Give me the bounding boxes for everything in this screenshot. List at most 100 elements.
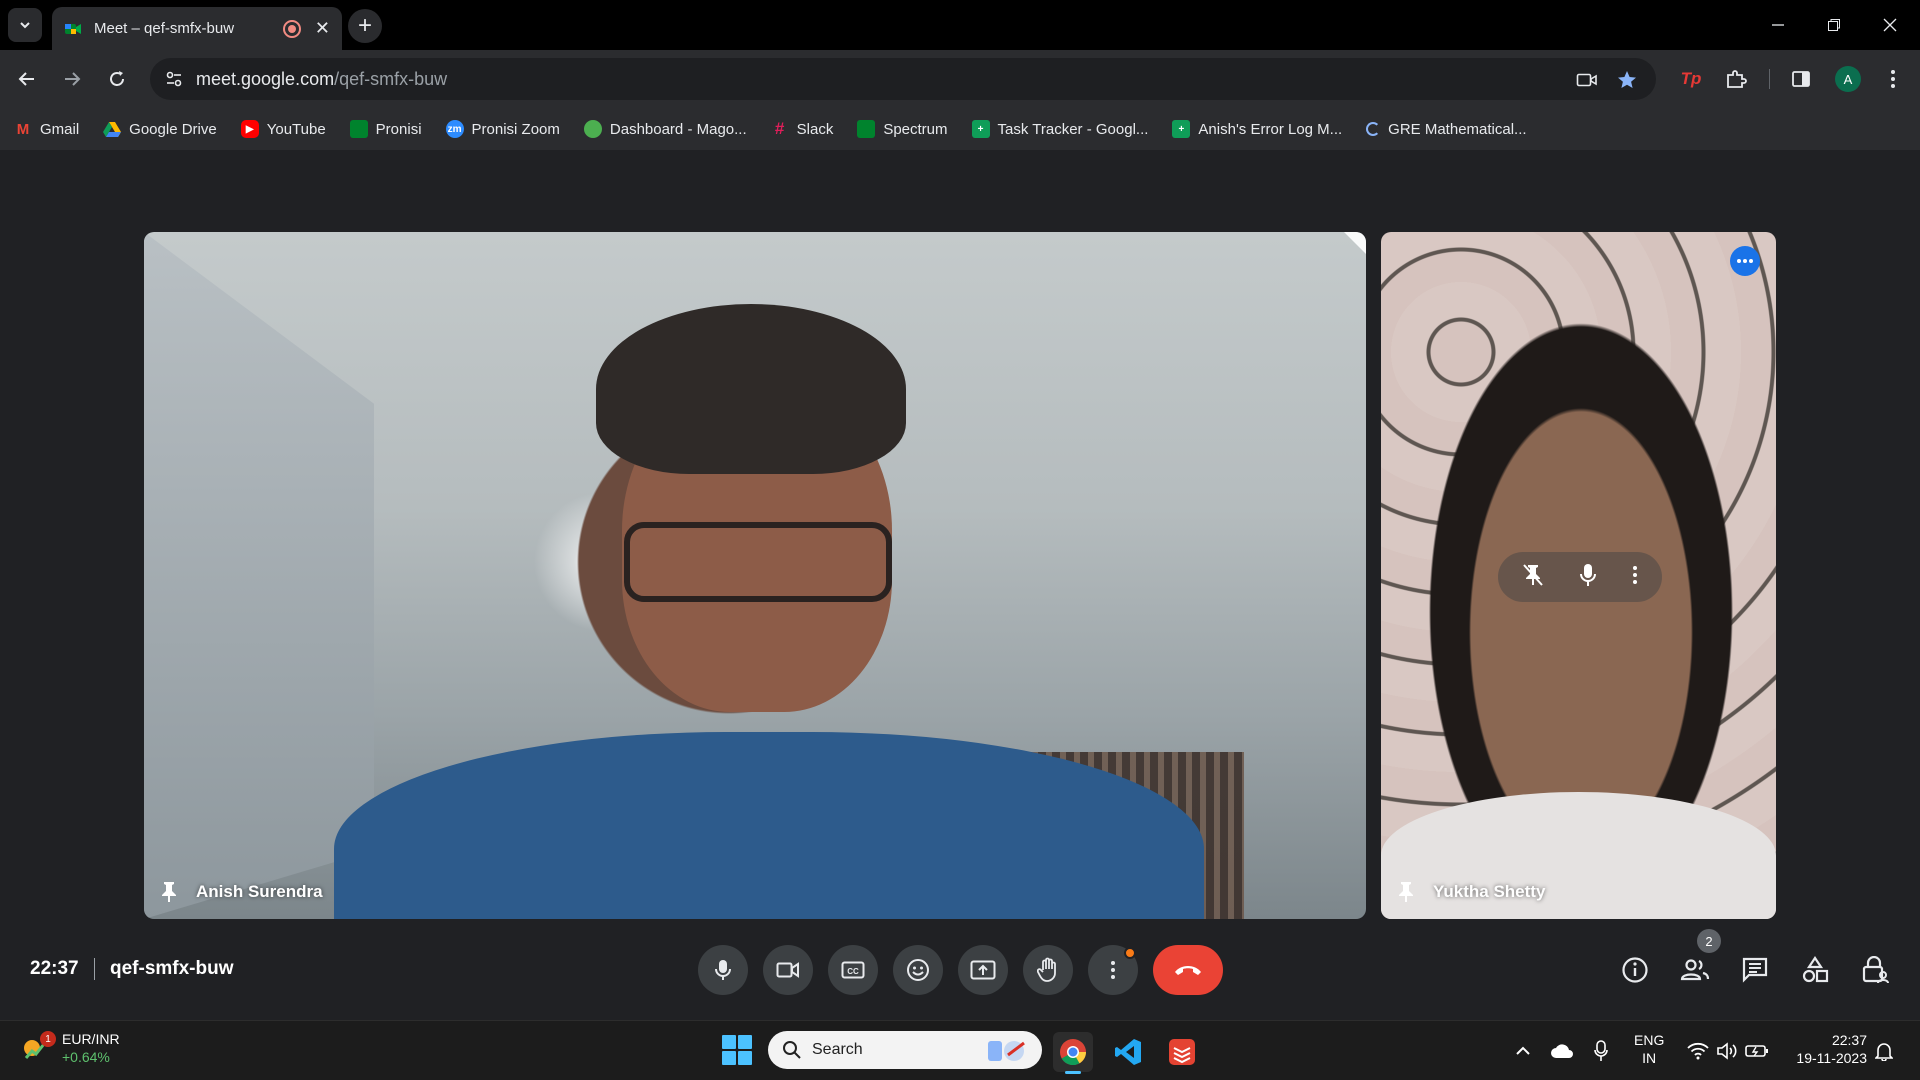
dashboard-icon — [583, 120, 602, 138]
present-to-all-icon — [970, 960, 996, 980]
taskbar-clock[interactable]: 22:37 19-11-2023 — [1785, 1031, 1867, 1067]
reload-button[interactable] — [100, 62, 134, 96]
new-tab-button[interactable]: + — [348, 9, 382, 43]
participant-tile-side[interactable]: Yuktha Shetty — [1381, 232, 1776, 919]
taskbar-todoist[interactable] — [1162, 1032, 1202, 1072]
tile-kebab-icon[interactable] — [1632, 565, 1638, 590]
bookmark-error-log[interactable]: + Anish's Error Log M... — [1172, 120, 1342, 138]
bookmark-dashboard[interactable]: Dashboard - Mago... — [583, 120, 747, 138]
back-button[interactable] — [10, 62, 44, 96]
svg-text:CC: CC — [847, 967, 859, 976]
profile-avatar[interactable]: A — [1835, 66, 1861, 92]
loading-icon — [1366, 122, 1381, 136]
onedrive-icon[interactable] — [1549, 1038, 1575, 1064]
activities-button[interactable] — [1795, 950, 1835, 990]
address-bar[interactable]: meet.google.com/qef-smfx-buw — [150, 58, 1656, 100]
meeting-code[interactable]: qef-smfx-buw — [110, 958, 234, 980]
bookmark-task-tracker[interactable]: + Task Tracker - Googl... — [971, 120, 1148, 138]
minimize-icon — [1772, 24, 1784, 26]
close-window-button[interactable] — [1862, 0, 1918, 50]
windows-logo-icon — [722, 1051, 736, 1065]
camera-button[interactable] — [763, 945, 813, 995]
raise-hand-button[interactable] — [1023, 945, 1073, 995]
wifi-icon[interactable] — [1685, 1038, 1711, 1064]
pin-icon[interactable] — [1395, 881, 1417, 903]
host-controls-button[interactable] — [1855, 950, 1895, 990]
present-screen-button[interactable] — [958, 945, 1008, 995]
notifications-bell-icon[interactable] — [1871, 1038, 1897, 1064]
toolbar-divider — [1769, 69, 1770, 89]
bookmark-label: Pronisi Zoom — [471, 120, 560, 138]
notification-dot — [1124, 947, 1136, 959]
search-highlight-art-icon — [988, 1041, 1025, 1061]
sheets-icon: + — [971, 120, 990, 138]
bookmark-slack[interactable]: # Slack — [771, 119, 834, 138]
start-button[interactable] — [722, 1035, 752, 1065]
tab-title: Meet – qef-smfx-buw — [94, 20, 235, 37]
people-button[interactable] — [1675, 950, 1715, 990]
bookmark-spectrum[interactable]: Spectrum — [857, 120, 948, 138]
restore-button[interactable] — [1806, 0, 1862, 50]
arrow-right-icon — [65, 72, 81, 86]
chat-icon — [1742, 957, 1768, 983]
windows-logo-icon — [738, 1035, 752, 1049]
vscode-icon — [1115, 1039, 1141, 1065]
extensions-puzzle-icon[interactable] — [1719, 62, 1753, 96]
leave-call-button[interactable] — [1153, 945, 1223, 995]
minimize-button[interactable] — [1750, 0, 1806, 50]
bookmark-pronisi-zoom[interactable]: zm Pronisi Zoom — [445, 120, 560, 138]
more-options-icon[interactable] — [1730, 246, 1760, 276]
participant-tile-main[interactable]: Anish Surendra — [144, 232, 1366, 919]
widgets-button[interactable]: 1 EUR/INR +0.64% — [22, 1030, 120, 1066]
chat-button[interactable] — [1735, 950, 1775, 990]
emoji-icon — [907, 959, 929, 981]
taskbar-search-box[interactable]: Search — [768, 1031, 1042, 1069]
taskbar-chrome[interactable] — [1053, 1032, 1093, 1074]
youtube-icon: ▶ — [240, 120, 259, 138]
reactions-button[interactable] — [893, 945, 943, 995]
forward-button[interactable] — [55, 62, 89, 96]
more-options-button[interactable] — [1088, 945, 1138, 995]
bookmark-label: Dashboard - Mago... — [609, 120, 747, 138]
widget-notification-badge: 1 — [40, 1031, 56, 1047]
camera-in-use-icon[interactable] — [1574, 67, 1600, 93]
participant-video — [624, 522, 892, 602]
bookmark-gmail[interactable]: M Gmail — [14, 120, 79, 138]
bookmark-google-drive[interactable]: Google Drive — [103, 120, 217, 138]
bookmark-pronisi[interactable]: Pronisi — [349, 120, 422, 138]
site-info-button[interactable] — [160, 65, 188, 93]
pin-icon[interactable] — [158, 881, 180, 903]
show-hidden-icons-button[interactable] — [1510, 1038, 1536, 1064]
side-panel-icon[interactable] — [1784, 62, 1818, 96]
browser-menu-kebab-icon[interactable] — [1876, 62, 1910, 96]
bookmark-gre[interactable]: GRE Mathematical... — [1366, 121, 1527, 138]
volume-icon[interactable] — [1714, 1038, 1740, 1064]
unpin-icon[interactable] — [1522, 563, 1544, 592]
gmail-icon: M — [16, 120, 30, 138]
tile-corner-indicator — [1344, 232, 1366, 254]
meet-icon — [349, 120, 368, 138]
browser-tab-meet[interactable]: Meet – qef-smfx-buw ✕ — [52, 7, 342, 50]
microphone-button[interactable] — [698, 945, 748, 995]
bookmark-label: Spectrum — [883, 120, 948, 138]
captions-button[interactable]: CC — [828, 945, 878, 995]
microphone-in-use-icon[interactable] — [1588, 1038, 1614, 1064]
tab-search-button[interactable] — [8, 8, 42, 42]
bookmark-label: Gmail — [40, 120, 80, 138]
lock-person-icon — [1862, 956, 1889, 984]
extension-tp-icon[interactable]: Tp — [1674, 62, 1708, 96]
bookmark-label: Slack — [796, 120, 834, 138]
zoom-icon: zm — [445, 120, 464, 138]
mic-icon[interactable] — [1579, 563, 1597, 592]
meeting-details-button[interactable] — [1615, 950, 1655, 990]
bookmark-youtube[interactable]: ▶ YouTube — [240, 120, 326, 138]
video-background — [144, 232, 374, 919]
input-language-indicator[interactable]: ENG IN — [1634, 1031, 1664, 1067]
url-host: meet.google.com — [196, 69, 335, 89]
tune-icon — [166, 71, 182, 87]
tab-close-icon[interactable]: ✕ — [315, 18, 330, 39]
chrome-icon — [1060, 1039, 1087, 1066]
taskbar-vscode[interactable] — [1108, 1032, 1148, 1072]
battery-icon[interactable] — [1744, 1038, 1770, 1064]
bookmark-star-icon[interactable] — [1614, 67, 1640, 93]
